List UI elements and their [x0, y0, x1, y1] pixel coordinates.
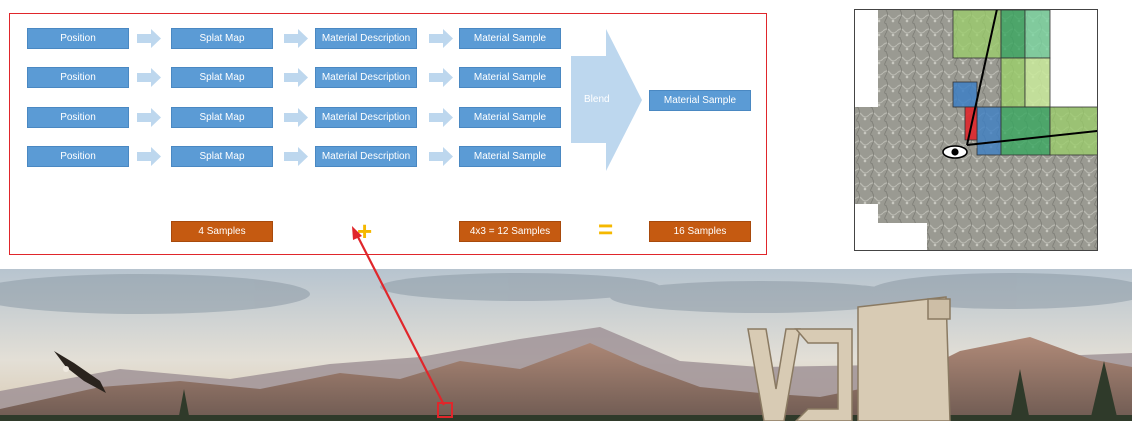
- flow-arrow: [137, 147, 161, 166]
- flow-arrow: [137, 108, 161, 127]
- samples-count-box: 4 Samples: [171, 221, 273, 242]
- landscape-photo: [0, 269, 1132, 421]
- flow-arrow: [429, 29, 453, 48]
- eye-icon: [942, 145, 968, 159]
- flow-arrow: [137, 29, 161, 48]
- blend-label: Blend: [584, 94, 610, 105]
- flow-arrow: [284, 147, 308, 166]
- flow-arrow: [429, 147, 453, 166]
- samples-calculation-box: 4x3 = 12 Samples: [459, 221, 561, 242]
- flow-arrow: [284, 108, 308, 127]
- flow-arrow: [429, 108, 453, 127]
- total-samples-box: 16 Samples: [649, 221, 751, 242]
- equals-symbol: =: [598, 214, 614, 244]
- terrain-map: [855, 10, 1097, 250]
- flow-arrow: [137, 68, 161, 87]
- plus-symbol: +: [357, 216, 373, 246]
- terrain-map-panel: [854, 9, 1098, 251]
- map-blank-region: [1050, 10, 1097, 107]
- output-material-sample-box: Material Sample: [649, 90, 751, 111]
- flow-arrow: [284, 68, 308, 87]
- flow-arrow: [429, 68, 453, 87]
- flow-arrow: [284, 29, 308, 48]
